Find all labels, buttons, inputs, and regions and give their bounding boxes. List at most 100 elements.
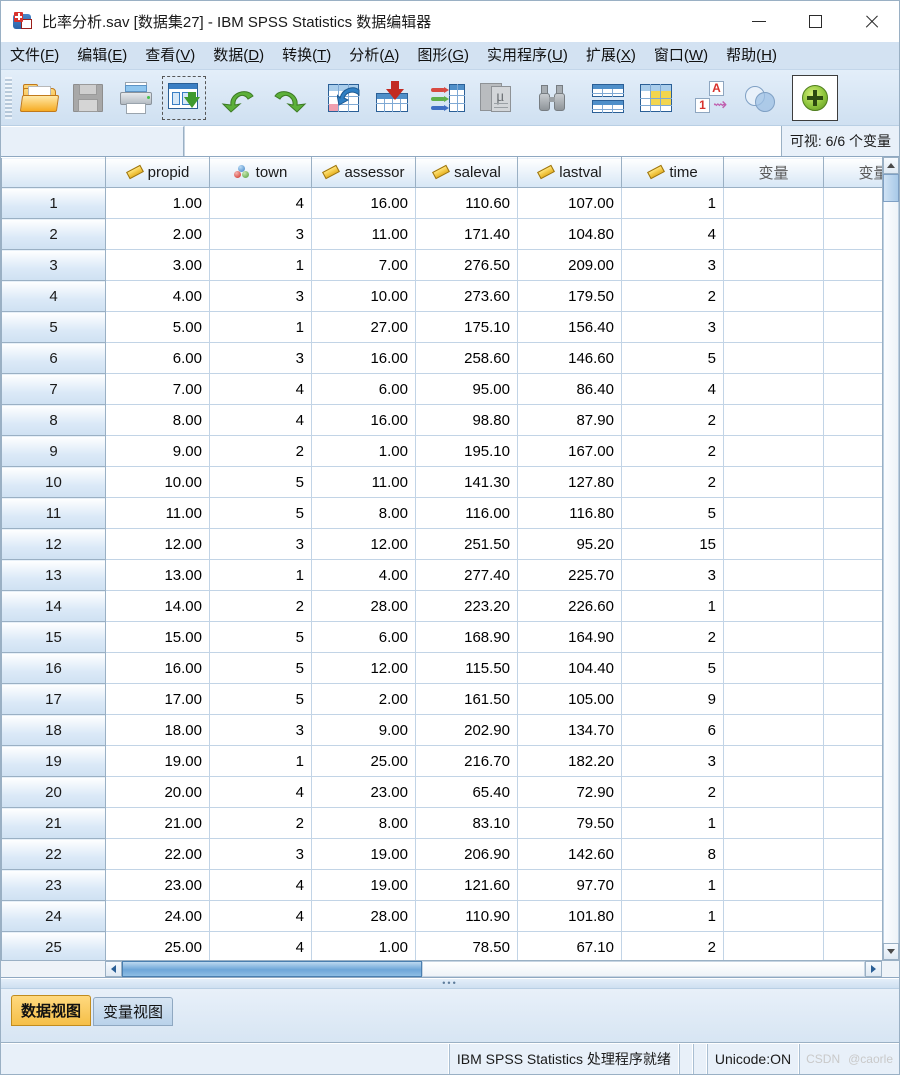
- data-cell[interactable]: 5: [209, 621, 312, 653]
- column-header-town[interactable]: town: [209, 157, 312, 188]
- data-cell[interactable]: 10.00: [105, 466, 210, 498]
- data-cell[interactable]: 19.00: [311, 838, 416, 870]
- open-file-button[interactable]: [16, 74, 64, 122]
- data-cell[interactable]: 3: [621, 249, 724, 281]
- data-cell[interactable]: 8.00: [105, 404, 210, 436]
- table-row[interactable]: 21 21.00 2 8.00 83.10 79.50 1: [1, 807, 882, 839]
- row-header[interactable]: 17: [1, 683, 106, 715]
- grid-corner-cell[interactable]: [1, 157, 106, 188]
- scroll-left-button[interactable]: [105, 961, 122, 977]
- data-cell[interactable]: [723, 280, 824, 312]
- data-cell[interactable]: 9: [621, 683, 724, 715]
- data-cell[interactable]: [823, 590, 882, 622]
- data-cell[interactable]: 11.00: [105, 497, 210, 529]
- data-cell[interactable]: 115.50: [415, 652, 518, 684]
- data-cell[interactable]: 2: [209, 807, 312, 839]
- data-cell[interactable]: 12.00: [311, 528, 416, 560]
- data-cell[interactable]: 107.00: [517, 187, 622, 219]
- data-cell[interactable]: 1: [621, 869, 724, 901]
- undo-button[interactable]: [216, 74, 264, 122]
- data-cell[interactable]: [823, 776, 882, 808]
- data-cell[interactable]: [723, 249, 824, 281]
- data-cell[interactable]: 11.00: [311, 218, 416, 250]
- data-cell[interactable]: 3: [621, 311, 724, 343]
- row-header[interactable]: 2: [1, 218, 106, 250]
- menu-view[interactable]: 查看(V): [136, 42, 204, 69]
- data-cell[interactable]: 7.00: [105, 373, 210, 405]
- row-header[interactable]: 7: [1, 373, 106, 405]
- data-cell[interactable]: 105.00: [517, 683, 622, 715]
- horizontal-scrollbar[interactable]: [1, 960, 899, 977]
- data-cell[interactable]: 1: [209, 745, 312, 777]
- data-cell[interactable]: [723, 683, 824, 715]
- row-header[interactable]: 4: [1, 280, 106, 312]
- row-header[interactable]: 10: [1, 466, 106, 498]
- data-cell[interactable]: [723, 931, 824, 960]
- data-cell[interactable]: 3: [209, 714, 312, 746]
- table-row[interactable]: 22 22.00 3 19.00 206.90 142.60 8: [1, 838, 882, 870]
- data-cell[interactable]: [723, 869, 824, 901]
- data-cell[interactable]: 161.50: [415, 683, 518, 715]
- pane-splitter[interactable]: •••: [1, 978, 899, 989]
- minimize-button[interactable]: [731, 1, 787, 42]
- data-cell[interactable]: 6: [621, 714, 724, 746]
- data-cell[interactable]: [723, 404, 824, 436]
- data-cell[interactable]: 223.20: [415, 590, 518, 622]
- data-cell[interactable]: 4: [209, 187, 312, 219]
- data-cell[interactable]: 18.00: [105, 714, 210, 746]
- scroll-up-button[interactable]: [883, 157, 899, 174]
- data-cell[interactable]: 4.00: [311, 559, 416, 591]
- data-cell[interactable]: [823, 466, 882, 498]
- data-cell[interactable]: 175.10: [415, 311, 518, 343]
- data-cell[interactable]: 4: [209, 776, 312, 808]
- row-header[interactable]: 24: [1, 900, 106, 932]
- data-cell[interactable]: 14.00: [105, 590, 210, 622]
- data-cell[interactable]: 3: [209, 342, 312, 374]
- data-cell[interactable]: 179.50: [517, 280, 622, 312]
- data-cell[interactable]: 104.40: [517, 652, 622, 684]
- scroll-right-button[interactable]: [865, 961, 882, 977]
- data-cell[interactable]: [723, 497, 824, 529]
- data-cell[interactable]: 167.00: [517, 435, 622, 467]
- menu-extensions[interactable]: 扩展(X): [577, 42, 645, 69]
- table-row[interactable]: 15 15.00 5 6.00 168.90 164.90 2: [1, 621, 882, 653]
- data-cell[interactable]: 2: [209, 435, 312, 467]
- data-cell[interactable]: 4: [209, 404, 312, 436]
- data-cell[interactable]: 5: [621, 497, 724, 529]
- menu-analyze[interactable]: 分析(A): [340, 42, 408, 69]
- row-header[interactable]: 9: [1, 435, 106, 467]
- data-cell[interactable]: 101.80: [517, 900, 622, 932]
- data-cell[interactable]: 168.90: [415, 621, 518, 653]
- data-cell[interactable]: 28.00: [311, 900, 416, 932]
- data-cell[interactable]: [723, 621, 824, 653]
- data-cell[interactable]: 8.00: [311, 497, 416, 529]
- data-cell[interactable]: 87.90: [517, 404, 622, 436]
- table-row[interactable]: 25 25.00 4 1.00 78.50 67.10 2: [1, 931, 882, 960]
- data-cell[interactable]: 16.00: [311, 404, 416, 436]
- row-header[interactable]: 6: [1, 342, 106, 374]
- data-cell[interactable]: 277.40: [415, 559, 518, 591]
- data-cell[interactable]: [723, 714, 824, 746]
- column-header-propid[interactable]: propid: [105, 157, 210, 188]
- horizontal-scroll-track[interactable]: [422, 961, 865, 977]
- data-cell[interactable]: [823, 497, 882, 529]
- data-cell[interactable]: 3: [621, 559, 724, 591]
- column-header-lastval[interactable]: lastval: [517, 157, 622, 188]
- data-cell[interactable]: [823, 621, 882, 653]
- data-cell[interactable]: 28.00: [311, 590, 416, 622]
- table-row[interactable]: 18 18.00 3 9.00 202.90 134.70 6: [1, 714, 882, 746]
- data-cell[interactable]: 4: [209, 900, 312, 932]
- data-cell[interactable]: 202.90: [415, 714, 518, 746]
- table-row[interactable]: 24 24.00 4 28.00 110.90 101.80 1: [1, 900, 882, 932]
- close-button[interactable]: [843, 1, 899, 42]
- data-cell[interactable]: 2.00: [105, 218, 210, 250]
- menu-help[interactable]: 帮助(H): [717, 42, 786, 69]
- data-cell[interactable]: 1: [209, 249, 312, 281]
- data-cell[interactable]: 65.40: [415, 776, 518, 808]
- variables-button[interactable]: [424, 74, 472, 122]
- data-cell[interactable]: [723, 776, 824, 808]
- menu-data[interactable]: 数据(D): [204, 42, 273, 69]
- data-cell[interactable]: 121.60: [415, 869, 518, 901]
- data-cell[interactable]: 182.20: [517, 745, 622, 777]
- data-cell[interactable]: 86.40: [517, 373, 622, 405]
